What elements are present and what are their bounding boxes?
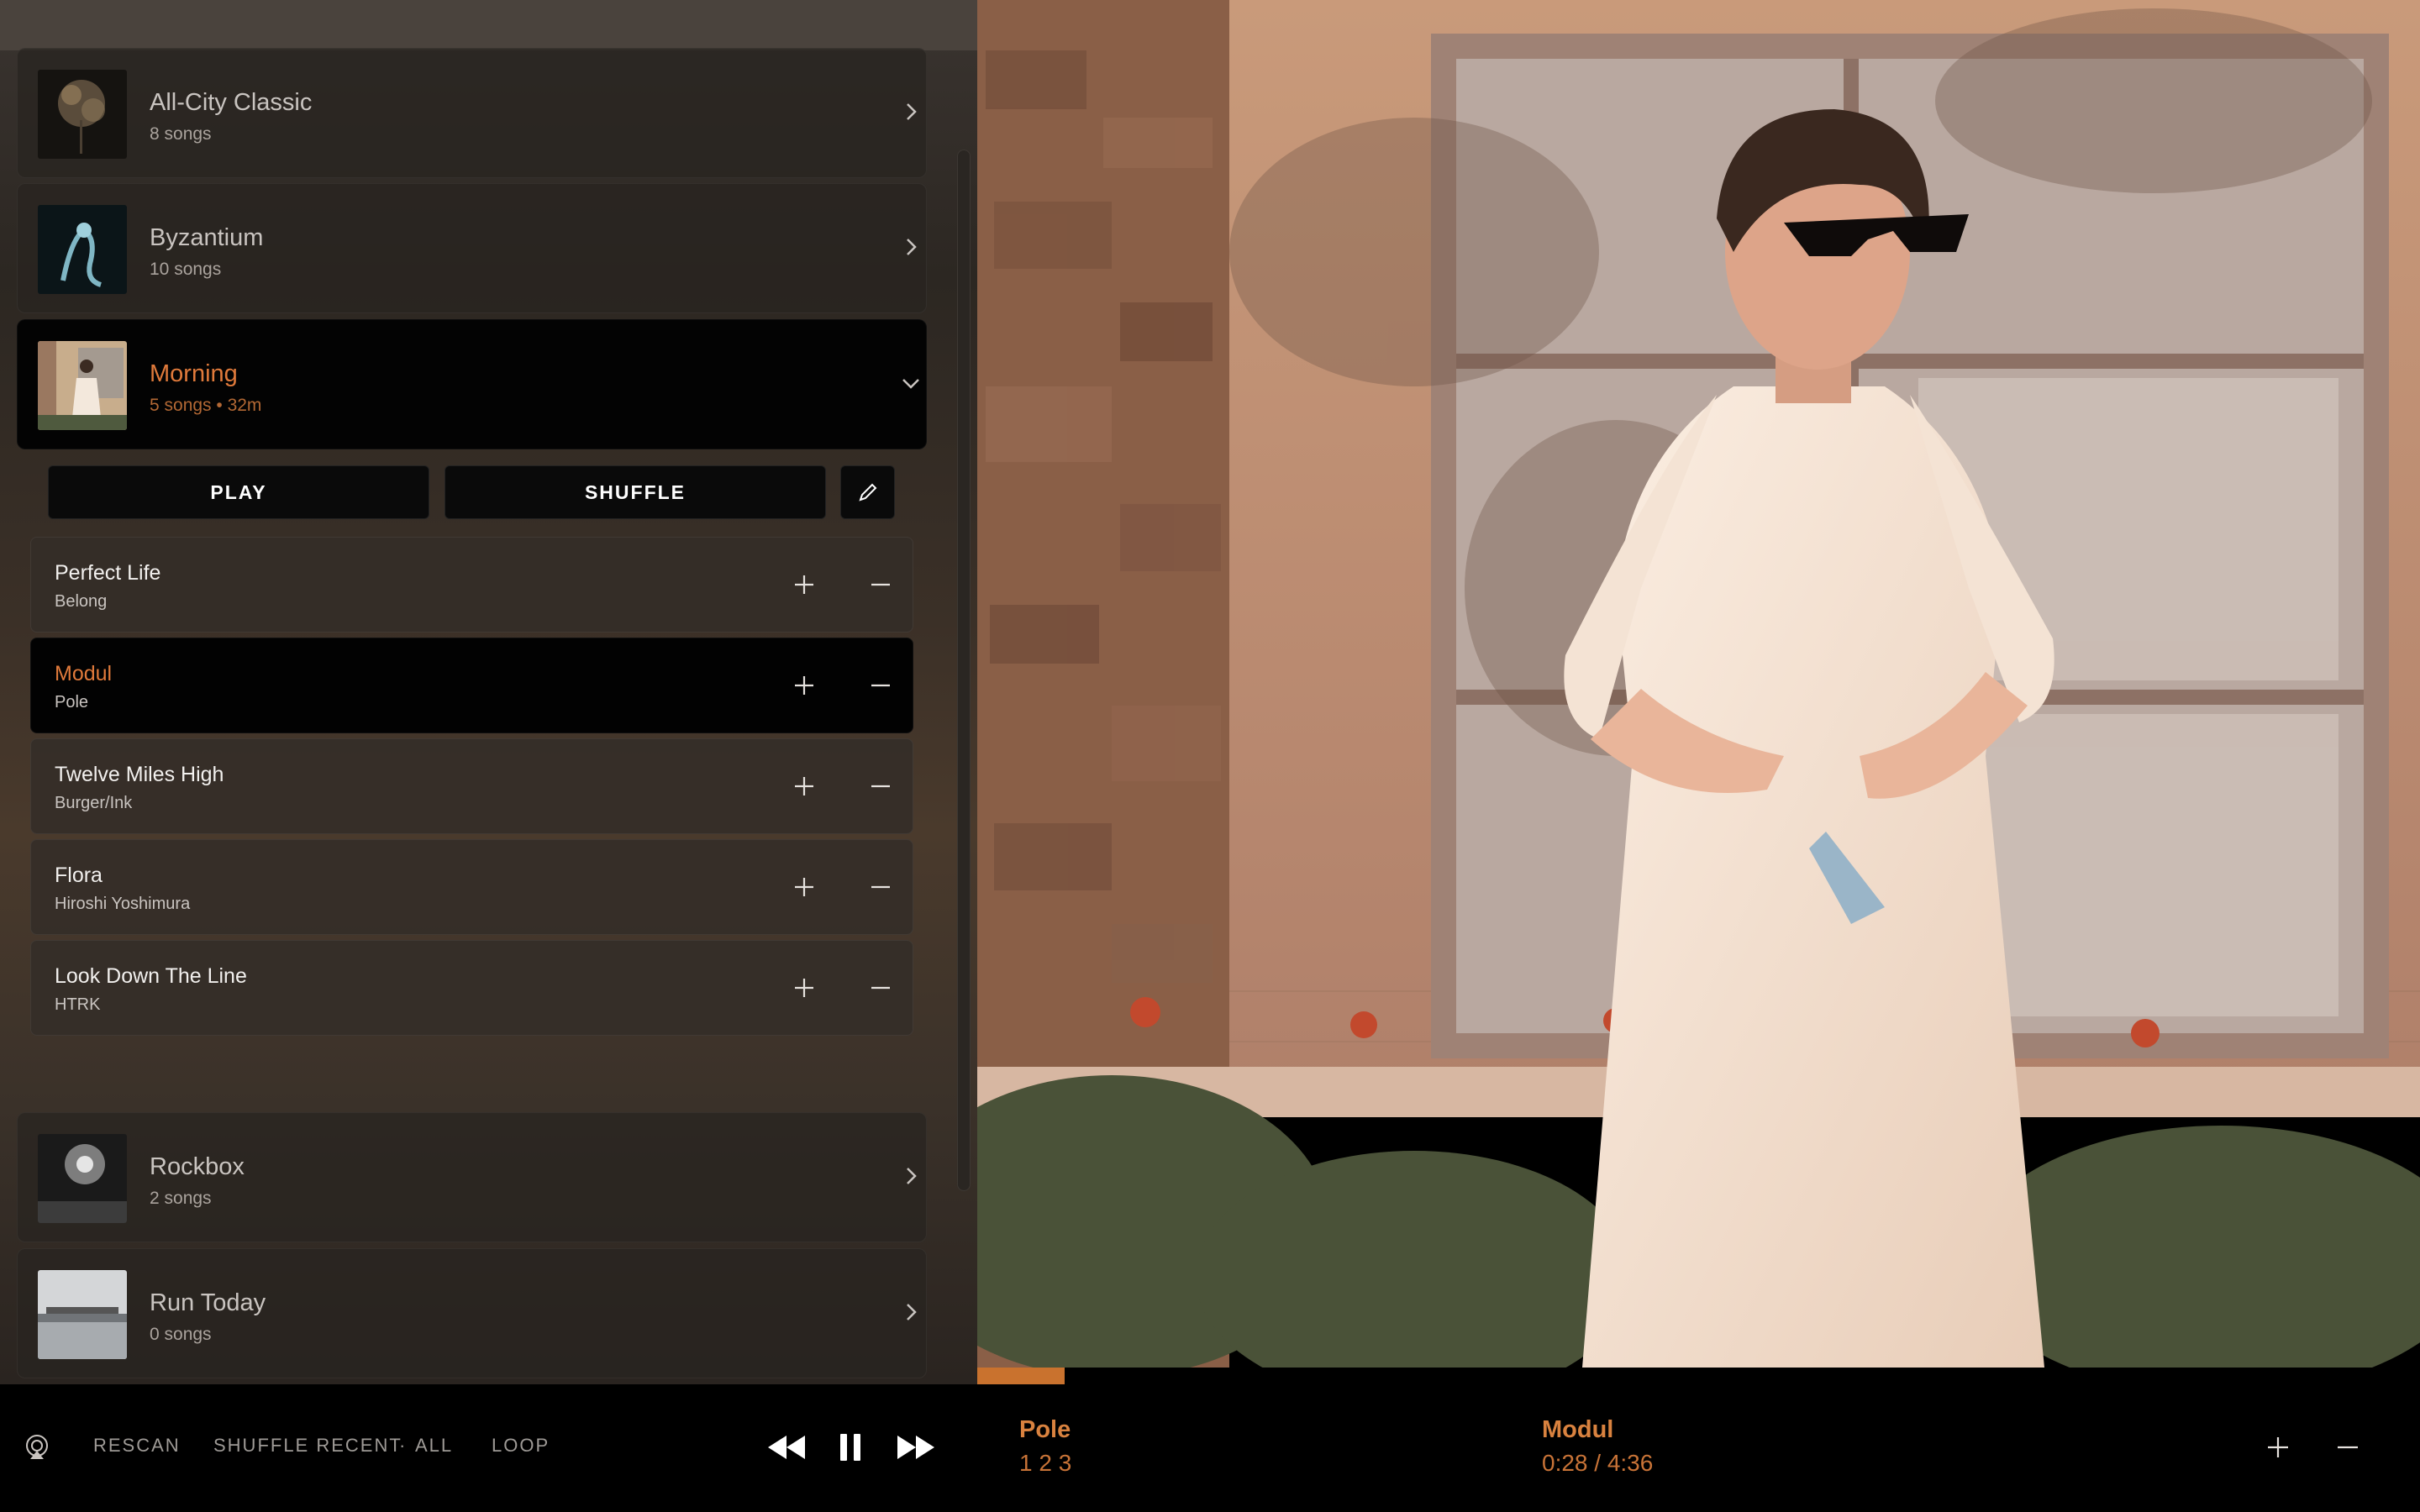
loop-button[interactable]: LOOP bbox=[492, 1435, 550, 1457]
plus-icon[interactable] bbox=[791, 874, 818, 900]
shuffle-recent-button[interactable]: SHUFFLE RECENT bbox=[213, 1435, 402, 1457]
chevron-down-icon[interactable] bbox=[898, 370, 923, 396]
playlist-name: Rockbox bbox=[150, 1153, 245, 1180]
plus-icon[interactable] bbox=[2265, 1435, 2291, 1460]
track-row[interactable]: Perfect Life Belong bbox=[30, 537, 913, 633]
track-artist: Belong bbox=[55, 592, 108, 611]
chevron-right-icon[interactable] bbox=[898, 234, 923, 260]
playlist-cover bbox=[38, 1270, 127, 1359]
playlist-song-count: 5 songs • 32m bbox=[150, 396, 262, 415]
progress-bar[interactable] bbox=[977, 1368, 2420, 1384]
track-artist: Burger/Ink bbox=[55, 794, 133, 812]
plus-icon[interactable] bbox=[791, 571, 818, 598]
now-playing-title: Modul bbox=[1542, 1416, 1614, 1443]
track-title: Look Down The Line bbox=[55, 964, 247, 988]
playlist-name: Byzantium bbox=[150, 224, 264, 251]
playlist-row[interactable]: Rockbox 2 songs bbox=[17, 1112, 927, 1242]
minus-icon[interactable] bbox=[867, 974, 894, 1001]
track-title: Flora bbox=[55, 864, 103, 887]
rewind-icon[interactable] bbox=[766, 1432, 807, 1462]
now-playing-time: 0:28 / 4:36 bbox=[1542, 1450, 1654, 1476]
fast-forward-icon[interactable] bbox=[896, 1432, 936, 1462]
minus-icon[interactable] bbox=[867, 773, 894, 800]
separator-dot: · bbox=[399, 1435, 408, 1456]
edit-playlist-button[interactable] bbox=[840, 465, 895, 519]
track-row[interactable]: Twelve Miles High Burger/Ink bbox=[30, 738, 913, 834]
track-artist: Pole bbox=[55, 693, 89, 711]
rescan-button[interactable]: RESCAN bbox=[93, 1435, 181, 1457]
track-row[interactable]: Look Down The Line HTRK bbox=[30, 940, 913, 1036]
playlist-name: All-City Classic bbox=[150, 89, 313, 116]
playlist-panel: All-City Classic 8 songs Byzantium 10 so… bbox=[0, 0, 977, 1384]
track-row-active[interactable]: Modul Pole bbox=[30, 638, 913, 733]
now-playing-artist: Pole bbox=[1019, 1416, 1071, 1443]
panel-header-bar bbox=[0, 0, 977, 50]
track-title: Modul bbox=[55, 662, 113, 685]
playlist-cover bbox=[38, 1134, 127, 1223]
plus-icon[interactable] bbox=[791, 773, 818, 800]
track-title: Twelve Miles High bbox=[55, 763, 224, 786]
playlist-cover bbox=[38, 205, 127, 294]
shuffle-all-button[interactable]: ALL bbox=[415, 1435, 453, 1457]
playlist-cover bbox=[38, 341, 127, 430]
progress-bar-fill bbox=[977, 1368, 1065, 1384]
chevron-right-icon[interactable] bbox=[898, 99, 923, 124]
player-bar: RESCAN SHUFFLE RECENT · ALL LOOP Pole 1 … bbox=[0, 1384, 2420, 1512]
now-playing-artwork bbox=[977, 0, 2420, 1368]
track-artist: HTRK bbox=[55, 995, 101, 1014]
scrollbar[interactable] bbox=[957, 150, 971, 1191]
track-title: Perfect Life bbox=[55, 561, 161, 585]
playlist-song-count: 8 songs bbox=[150, 124, 212, 144]
plus-icon[interactable] bbox=[791, 672, 818, 699]
track-row[interactable]: Flora Hiroshi Yoshimura bbox=[30, 839, 913, 935]
playlist-song-count: 2 songs bbox=[150, 1189, 212, 1208]
playlist-row[interactable]: Byzantium 10 songs bbox=[17, 183, 927, 313]
minus-icon[interactable] bbox=[867, 874, 894, 900]
pause-icon[interactable] bbox=[838, 1432, 863, 1462]
plus-icon[interactable] bbox=[791, 974, 818, 1001]
minus-icon[interactable] bbox=[2335, 1435, 2360, 1460]
playlist-cover bbox=[38, 70, 127, 159]
chevron-right-icon[interactable] bbox=[898, 1163, 923, 1189]
playlist-row[interactable]: All-City Classic 8 songs bbox=[17, 48, 927, 178]
playlist-song-count: 10 songs bbox=[150, 260, 222, 279]
playlist-name: Run Today bbox=[150, 1289, 266, 1316]
now-playing-album-numbers: 1 2 3 bbox=[1019, 1450, 1072, 1476]
pencil-icon bbox=[859, 483, 877, 501]
playlist-row-expanded[interactable]: Morning 5 songs • 32m bbox=[17, 319, 927, 449]
play-button[interactable]: PLAY bbox=[48, 465, 429, 519]
airplay-icon[interactable] bbox=[23, 1433, 51, 1462]
playlist-row[interactable]: Run Today 0 songs bbox=[17, 1248, 927, 1378]
playlist-song-count: 0 songs bbox=[150, 1325, 212, 1344]
chevron-right-icon[interactable] bbox=[898, 1299, 923, 1325]
track-artist: Hiroshi Yoshimura bbox=[55, 895, 191, 913]
minus-icon[interactable] bbox=[867, 672, 894, 699]
minus-icon[interactable] bbox=[867, 571, 894, 598]
playlist-name: Morning bbox=[150, 360, 238, 387]
shuffle-button[interactable]: SHUFFLE bbox=[445, 465, 826, 519]
